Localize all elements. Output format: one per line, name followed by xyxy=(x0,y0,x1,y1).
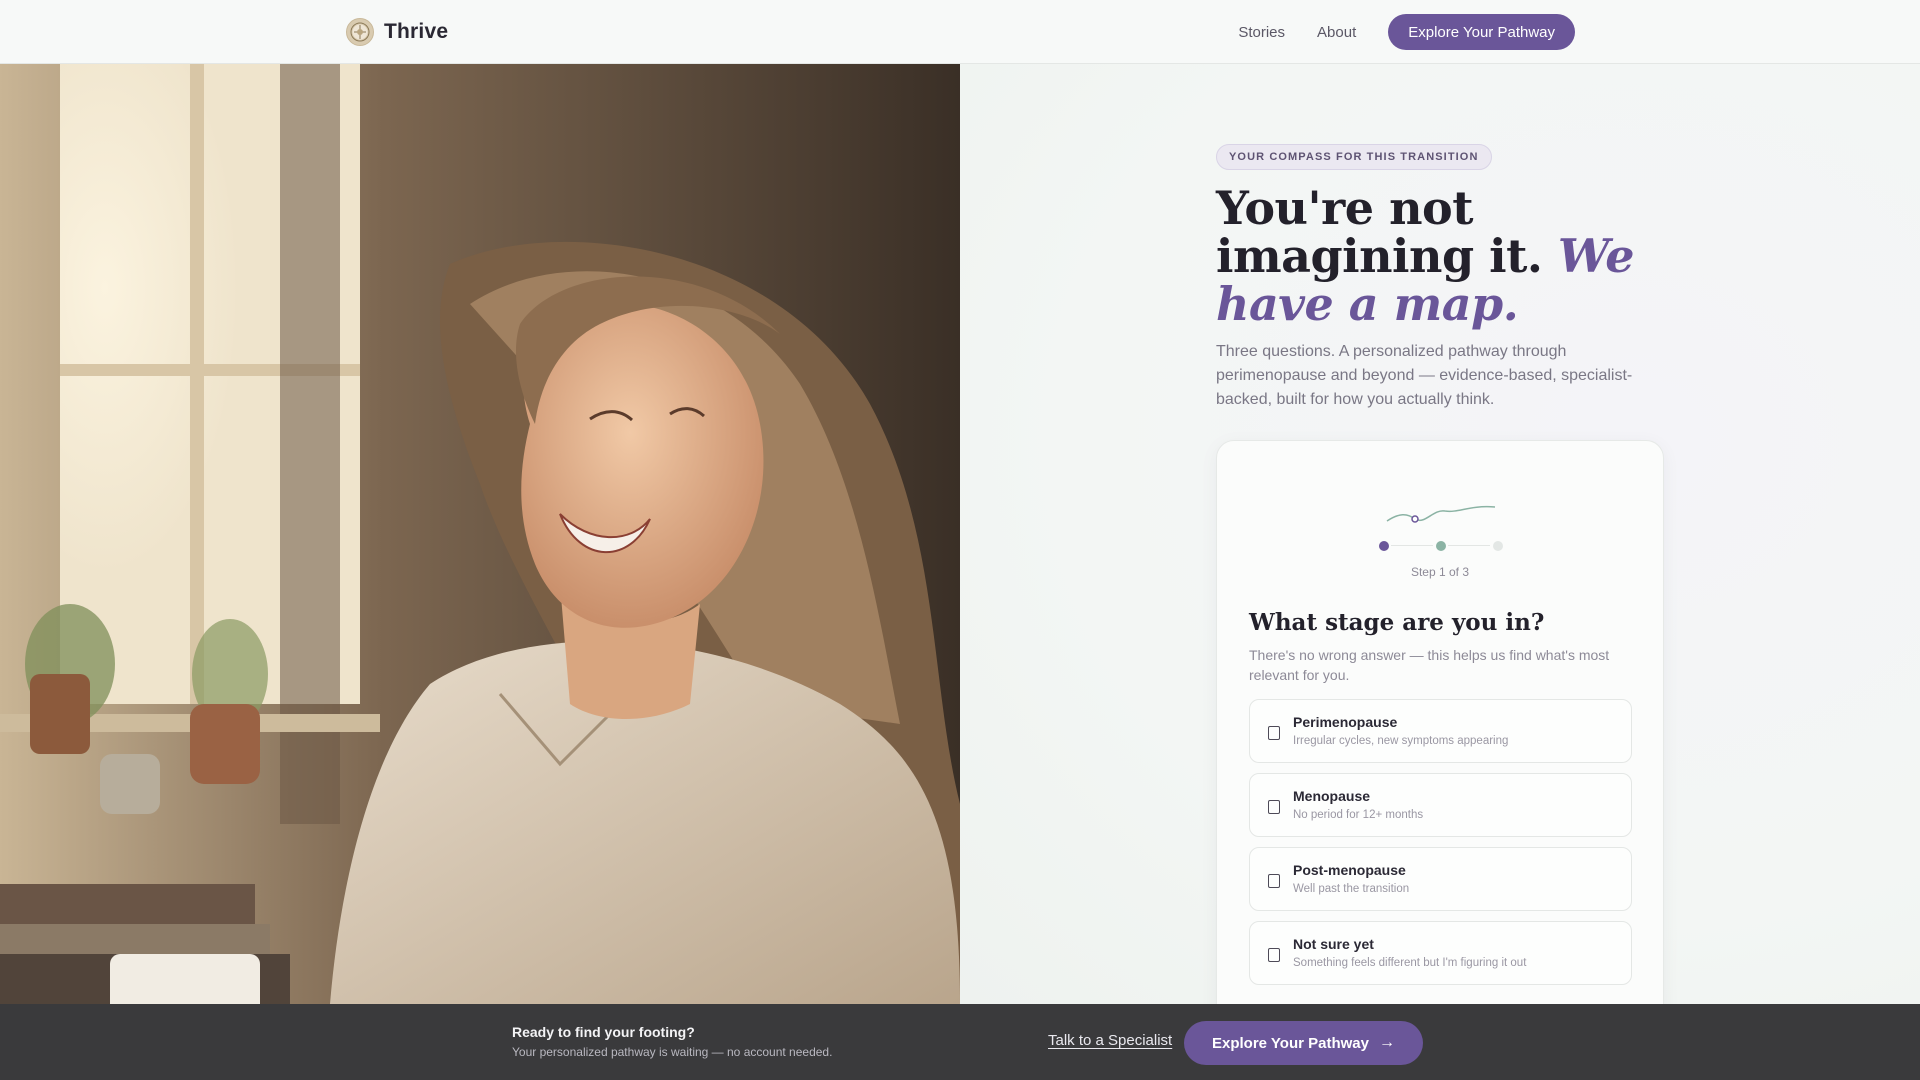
question-subtitle: There's no wrong answer — this helps us … xyxy=(1249,647,1610,683)
bottom-cta-label: Explore Your Pathway xyxy=(1212,1034,1369,1052)
option-not-sure-yet[interactable]: Not sure yet Something feels different b… xyxy=(1249,921,1632,985)
checkbox-icon[interactable] xyxy=(1268,948,1280,962)
option-label: Not sure yet xyxy=(1293,936,1374,952)
option-label: Post-menopause xyxy=(1293,862,1406,878)
hero-content: YOUR COMPASS FOR THIS TRANSITION You're … xyxy=(960,64,1920,1040)
step-dot-1 xyxy=(1379,541,1389,551)
hero-lede: Three questions. A personalized pathway … xyxy=(1216,343,1633,408)
cta-bar-text: Ready to find your footing? Your persona… xyxy=(512,1024,832,1059)
option-label: Perimenopause xyxy=(1293,714,1398,730)
pathway-wave-icon xyxy=(1386,505,1496,523)
nav-explore-pathway-button[interactable]: Explore Your Pathway xyxy=(1388,14,1575,50)
top-nav: Thrive Stories About Explore Your Pathwa… xyxy=(0,0,1920,64)
hero-photo xyxy=(0,64,960,1004)
cta-bar-subtitle: Your personalized pathway is waiting — n… xyxy=(512,1045,833,1059)
checkbox-icon[interactable] xyxy=(1268,726,1280,740)
nav-links: Stories About Explore Your Pathway xyxy=(1238,14,1575,50)
checkbox-icon[interactable] xyxy=(1268,874,1280,888)
step-label: Step 1 of 3 xyxy=(1410,565,1470,579)
option-perimenopause[interactable]: Perimenopause Irregular cycles, new symp… xyxy=(1249,699,1632,763)
nav-link-about[interactable]: About xyxy=(1317,24,1356,41)
option-description: Irregular cycles, new symptoms appearing xyxy=(1293,735,1509,747)
cta-bar-title: Ready to find your footing? xyxy=(512,1024,695,1040)
nav-link-stories[interactable]: Stories xyxy=(1238,24,1285,41)
option-description: Something feels different but I'm figuri… xyxy=(1293,957,1527,969)
question-title: What stage are you in? xyxy=(1249,609,1545,636)
checkbox-icon[interactable] xyxy=(1268,800,1280,814)
step-dot-2 xyxy=(1436,541,1446,551)
thrive-logo-icon xyxy=(346,18,374,46)
option-menopause[interactable]: Menopause No period for 12+ months xyxy=(1249,773,1632,837)
sticky-cta-bar: Ready to find your footing? Your persona… xyxy=(0,1004,1920,1080)
brand-name: Thrive xyxy=(384,20,449,43)
eyebrow-badge: YOUR COMPASS FOR THIS TRANSITION xyxy=(1216,144,1492,170)
brand[interactable]: Thrive xyxy=(346,16,448,48)
option-description: Well past the transition xyxy=(1293,883,1410,895)
hero-text: YOUR COMPASS FOR THIS TRANSITION You're … xyxy=(1216,144,1664,412)
step-dot-3 xyxy=(1493,541,1503,551)
option-post-menopause[interactable]: Post-menopause Well past the transition xyxy=(1249,847,1632,911)
headline-plain: You're not imagining it. xyxy=(1216,181,1543,283)
headline: You're not imagining it. We have a map. xyxy=(1216,184,1664,328)
stage-options: Perimenopause Irregular cycles, new symp… xyxy=(1249,699,1632,995)
option-label: Menopause xyxy=(1293,788,1371,804)
step-progress xyxy=(1217,541,1663,551)
arrow-right-icon: → xyxy=(1379,1034,1395,1051)
option-description: No period for 12+ months xyxy=(1293,809,1424,821)
quiz-card: Step 1 of 3 What stage are you in? There… xyxy=(1216,440,1664,1040)
bottom-explore-pathway-button[interactable]: Explore Your Pathway → xyxy=(1184,1021,1423,1065)
talk-to-specialist-link[interactable]: Talk to a Specialist xyxy=(1048,1032,1172,1049)
